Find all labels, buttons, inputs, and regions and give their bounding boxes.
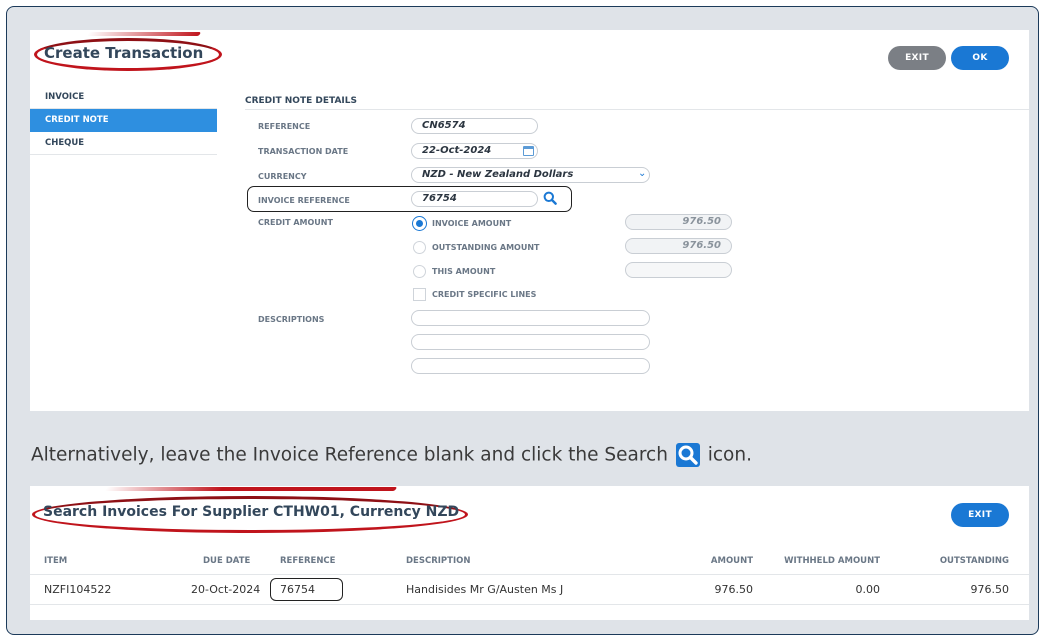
radio-this-amount[interactable]	[413, 265, 426, 278]
annotation-streak	[104, 487, 398, 491]
cell-reference: 76754	[280, 583, 315, 596]
cell-due-date: 20-Oct-2024	[191, 583, 261, 596]
search-invoices-panel: Search Invoices For Supplier CTHW01, Cur…	[30, 486, 1029, 620]
reference-label: REFERENCE	[258, 122, 311, 131]
instruction-caption: Alternatively, leave the Invoice Referen…	[31, 443, 752, 467]
column-header-reference: REFERENCE	[280, 556, 336, 566]
reference-field[interactable]: CN6574	[411, 118, 538, 134]
invoice-reference-field[interactable]: 76754	[411, 191, 538, 207]
outstanding-amount-label: OUTSTANDING AMOUNT	[432, 243, 540, 252]
description-field-2[interactable]	[411, 334, 650, 350]
search-panel-title: Search Invoices For Supplier CTHW01, Cur…	[43, 504, 460, 520]
currency-value: NZD - New Zealand Dollars	[422, 169, 574, 180]
caption-text-before: Alternatively, leave the Invoice Referen…	[31, 444, 668, 466]
invoice-reference-label: INVOICE REFERENCE	[258, 196, 350, 205]
radio-invoice-amount[interactable]	[413, 217, 426, 230]
transaction-date-label: TRANSACTION DATE	[258, 147, 349, 156]
column-header-due-date: DUE DATE	[203, 556, 251, 566]
column-header-amount: AMOUNT	[710, 556, 753, 566]
search-icon	[675, 443, 700, 467]
cell-outstanding: 976.50	[970, 583, 1010, 596]
credit-specific-lines-checkbox[interactable]	[413, 288, 426, 301]
column-header-item: ITEM	[44, 556, 68, 566]
sidebar-item-credit-note[interactable]: CREDIT NOTE	[30, 109, 217, 132]
column-header-outstanding: OUTSTANDING	[939, 556, 1009, 566]
this-amount-label: THIS AMOUNT	[432, 267, 496, 276]
caption-text-after: icon.	[707, 444, 752, 466]
column-header-withheld-amount: WITHHELD AMOUNT	[784, 556, 880, 566]
credit-amount-label: CREDIT AMOUNT	[258, 218, 333, 227]
sidebar: INVOICE CREDIT NOTE CHEQUE	[30, 86, 217, 155]
annotation-streak	[86, 32, 202, 36]
description-field-1[interactable]	[411, 310, 650, 326]
calendar-icon[interactable]	[523, 146, 534, 156]
page-title: Create Transaction	[44, 44, 204, 62]
table-row-divider	[30, 604, 1029, 605]
search-icon[interactable]	[543, 191, 557, 205]
descriptions-label: DESCRIPTIONS	[258, 315, 325, 324]
cell-amount: 976.50	[714, 583, 754, 596]
cell-withheld-amount: 0.00	[855, 583, 881, 596]
sidebar-item-invoice[interactable]: INVOICE	[30, 86, 217, 109]
table-header-divider	[30, 574, 1029, 575]
invoice-amount-label: INVOICE AMOUNT	[432, 219, 512, 228]
sidebar-item-cheque[interactable]: CHEQUE	[30, 132, 217, 155]
ok-button[interactable]: OK	[951, 46, 1009, 70]
currency-label: CURRENCY	[258, 172, 307, 181]
this-amount-field[interactable]	[625, 262, 732, 278]
cell-description: Handisides Mr G/Austen Ms J	[406, 583, 564, 596]
chevron-down-icon: ⌄	[638, 168, 647, 179]
exit-button[interactable]: EXIT	[888, 46, 946, 70]
section-title: CREDIT NOTE DETAILS	[245, 96, 357, 106]
currency-select[interactable]: NZD - New Zealand Dollars	[411, 167, 650, 183]
exit-button[interactable]: EXIT	[951, 503, 1009, 527]
section-divider	[245, 109, 1029, 110]
cell-item: NZFI104522	[44, 583, 112, 596]
transaction-date-field[interactable]: 22-Oct-2024	[411, 143, 538, 159]
invoice-amount-value: 976.50	[625, 214, 732, 230]
description-field-3[interactable]	[411, 358, 650, 374]
outstanding-amount-value: 976.50	[625, 238, 732, 254]
credit-specific-lines-label: CREDIT SPECIFIC LINES	[432, 290, 537, 299]
column-header-description: DESCRIPTION	[406, 556, 471, 566]
create-transaction-panel: Create Transaction EXIT OK INVOICE CREDI…	[30, 30, 1029, 411]
radio-outstanding-amount[interactable]	[413, 241, 426, 254]
